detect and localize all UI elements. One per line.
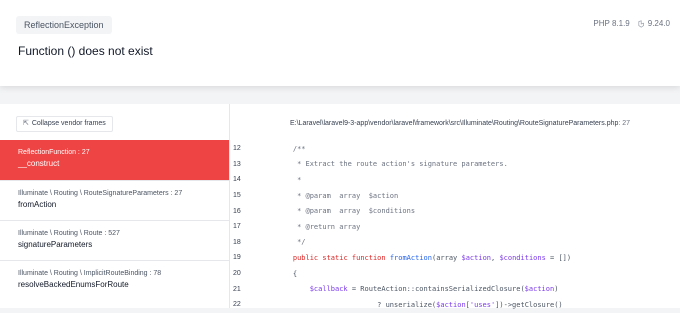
- code-text: public static function fromAction(array …: [292, 253, 572, 262]
- code-text: * @param array $action: [276, 191, 399, 200]
- exception-message: Function () does not exist: [18, 44, 153, 58]
- error-header: ReflectionException Function () does not…: [0, 0, 680, 86]
- frame-class-name: Illuminate \ Routing \ ImplicitRouteBind…: [18, 270, 148, 277]
- frame-class-name: ReflectionFunction: [18, 149, 76, 156]
- line-number: 22: [233, 301, 241, 309]
- frame-class: Illuminate \ Routing \ ImplicitRouteBind…: [18, 270, 211, 277]
- frame-line: : 27: [168, 190, 183, 197]
- code-line: 17 * @return array: [230, 219, 680, 235]
- code-text: */: [276, 238, 306, 247]
- collapse-icon: ⇱: [23, 120, 29, 127]
- frame-class-name: Illuminate \ Routing \ Route: [18, 230, 103, 237]
- file-path-line: : 27: [618, 120, 631, 127]
- line-number: 17: [233, 223, 241, 231]
- frame-class: Illuminate \ Routing \ RouteSignaturePar…: [18, 190, 211, 197]
- frame-function: resolveBackedEnumsForRoute: [18, 280, 129, 289]
- frame-class: ReflectionFunction : 27: [18, 149, 211, 156]
- frame-function: signatureParameters: [18, 240, 93, 249]
- line-number: 12: [233, 145, 241, 153]
- code-text: *: [276, 175, 302, 184]
- stack-trace-panel: ⇱ Collapse vendor frames ReflectionFunct…: [0, 104, 680, 309]
- code-text: $callback = RouteAction::containsSeriali…: [309, 285, 559, 294]
- laravel-version: 9.24.0: [647, 19, 670, 28]
- code-text: * Extract the route action's signature p…: [276, 160, 508, 169]
- file-path[interactable]: E:\Laravel\laravel9-3-app\vendor\laravel…: [290, 120, 630, 127]
- php-version: PHP 8.1.9: [593, 19, 630, 28]
- stack-frame[interactable]: Illuminate \ Routing \ Route : 527 signat…: [0, 220, 229, 260]
- stack-frames-sidebar: ⇱ Collapse vendor frames ReflectionFunct…: [0, 104, 230, 308]
- code-text: * @return array: [276, 222, 361, 231]
- code-text: * @param array $conditions: [276, 207, 416, 216]
- code-text: {: [276, 269, 298, 278]
- line-number: 21: [233, 285, 241, 293]
- frame-class-name: Illuminate \ Routing \ RouteSignaturePar…: [18, 190, 169, 197]
- laravel-version-group: 9.24.0: [638, 19, 670, 28]
- laravel-icon: [638, 19, 644, 28]
- code-line: 14 *: [230, 172, 680, 188]
- code-line: 19 public static function fromAction(arr…: [230, 250, 680, 266]
- code-line: 16 * @param array $conditions: [230, 203, 680, 219]
- line-number: 15: [233, 192, 241, 200]
- code-line: 15 * @param array $action: [230, 188, 680, 204]
- code-line: 12 /**: [230, 141, 680, 157]
- frame-class: Illuminate \ Routing \ Route : 527: [18, 230, 211, 237]
- line-number: 13: [233, 160, 241, 168]
- code-snippet-panel: E:\Laravel\laravel9-3-app\vendor\laravel…: [230, 104, 680, 309]
- collapse-vendor-frames-button[interactable]: ⇱ Collapse vendor frames: [16, 116, 113, 132]
- frame-function: fromAction: [18, 200, 57, 209]
- exception-class-badge: ReflectionException: [16, 16, 112, 34]
- collapse-label: Collapse vendor frames: [31, 120, 106, 127]
- stack-frame[interactable]: Illuminate \ Routing \ ImplicitRouteBind…: [0, 260, 229, 300]
- line-number: 20: [233, 270, 241, 278]
- line-number: 14: [233, 176, 241, 184]
- line-number: 19: [233, 254, 241, 262]
- code-lines: 12 /** 13 * Extract the route action's si…: [230, 141, 680, 313]
- code-line: 13 * Extract the route action's signatur…: [230, 157, 680, 173]
- stack-frame[interactable]: Illuminate \ Routing \ RouteSignaturePar…: [0, 180, 229, 220]
- code-line: 21 $callback = RouteAction::containsSeri…: [230, 281, 680, 297]
- line-number: 18: [233, 238, 241, 246]
- stack-frame[interactable]: ReflectionFunction : 27 __construct: [0, 140, 229, 180]
- version-info: PHP 8.1.9 9.24.0: [593, 19, 670, 28]
- file-path-text: E:\Laravel\laravel9-3-app\vendor\laravel…: [290, 120, 619, 127]
- code-text: /**: [276, 144, 306, 153]
- line-number: 16: [233, 207, 241, 215]
- code-line: 18 */: [230, 235, 680, 251]
- frame-line: : 78: [147, 270, 162, 277]
- frame-function: __construct: [18, 159, 60, 168]
- code-line: 20 {: [230, 266, 680, 282]
- frame-line: : 27: [75, 149, 90, 156]
- code-line: 22 ? unserialize($action['uses'])->getCl…: [230, 297, 680, 313]
- frame-line: : 527: [102, 230, 120, 237]
